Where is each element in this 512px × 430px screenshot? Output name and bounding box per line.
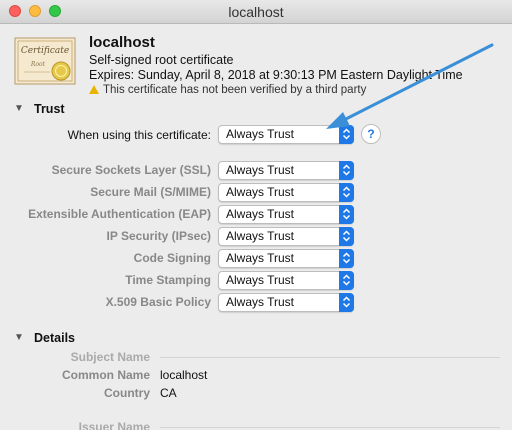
chevron-updown-icon [339, 249, 354, 268]
when-using-value: Always Trust [226, 127, 295, 141]
warning-icon [89, 85, 99, 94]
details-section-title: Details [34, 331, 75, 345]
certificate-window: localhost Certificate Root localhost Sel… [0, 0, 512, 430]
country-value: CA [160, 386, 177, 400]
trust-row-label: Secure Mail (S/MIME) [90, 185, 211, 199]
chevron-updown-icon [339, 271, 354, 290]
common-name-value: localhost [160, 368, 208, 382]
help-button[interactable]: ? [361, 124, 381, 144]
country-label: Country [104, 386, 150, 400]
trust-row-value: Always Trust [226, 163, 295, 177]
certificate-expiration: Expires: Sunday, April 8, 2018 at 9:30:1… [89, 68, 463, 82]
trust-row-value: Always Trust [226, 273, 295, 287]
trust-row-value: Always Trust [226, 295, 295, 309]
trust-section-title: Trust [34, 102, 65, 116]
trust-row-label: Code Signing [133, 251, 211, 265]
verification-warning: This certificate has not been verified b… [89, 84, 366, 96]
subject-divider [160, 357, 500, 358]
certificate-icon: Certificate Root [14, 37, 76, 85]
trust-row-select[interactable]: Always Trust [218, 227, 354, 246]
warning-text: This certificate has not been verified b… [103, 84, 367, 96]
certificate-name: localhost [89, 34, 155, 51]
issuer-divider [160, 427, 500, 428]
when-using-select[interactable]: Always Trust [218, 125, 354, 144]
trust-disclosure-icon[interactable]: ▼ [14, 103, 24, 114]
issuer-name-heading: Issuer Name [78, 420, 150, 430]
window-title: localhost [228, 4, 284, 20]
trust-row-value: Always Trust [226, 251, 295, 265]
trust-row-select[interactable]: Always Trust [218, 205, 354, 224]
subject-name-heading: Subject Name [70, 350, 150, 364]
trust-row-select[interactable]: Always Trust [218, 293, 354, 312]
certificate-type: Self-signed root certificate [89, 53, 234, 67]
trust-row-label: X.509 Basic Policy [105, 295, 211, 309]
trust-row-select[interactable]: Always Trust [218, 183, 354, 202]
details-disclosure-icon[interactable]: ▼ [14, 332, 24, 343]
chevron-updown-icon [339, 161, 354, 180]
trust-row-label: IP Security (IPsec) [106, 229, 212, 243]
chevron-updown-icon [339, 183, 354, 202]
trust-row-label: Extensible Authentication (EAP) [28, 207, 211, 221]
chevron-updown-icon [339, 293, 354, 312]
trust-row-select[interactable]: Always Trust [218, 249, 354, 268]
chevron-updown-icon [339, 227, 354, 246]
trust-row-select[interactable]: Always Trust [218, 161, 354, 180]
certificate-icon-subtitle: Root [30, 61, 46, 68]
when-using-label: When using this certificate: [67, 128, 211, 142]
trust-row-label: Secure Sockets Layer (SSL) [51, 163, 211, 177]
trust-row-value: Always Trust [226, 229, 295, 243]
trust-row-value: Always Trust [226, 207, 295, 221]
trust-row-select[interactable]: Always Trust [218, 271, 354, 290]
chevron-updown-icon [339, 205, 354, 224]
trust-row-label: Time Stamping [125, 273, 211, 287]
chevron-updown-icon [339, 125, 354, 144]
common-name-label: Common Name [61, 368, 150, 382]
title-bar: localhost [0, 0, 512, 24]
certificate-icon-title: Certificate [21, 46, 69, 56]
trust-row-value: Always Trust [226, 185, 295, 199]
